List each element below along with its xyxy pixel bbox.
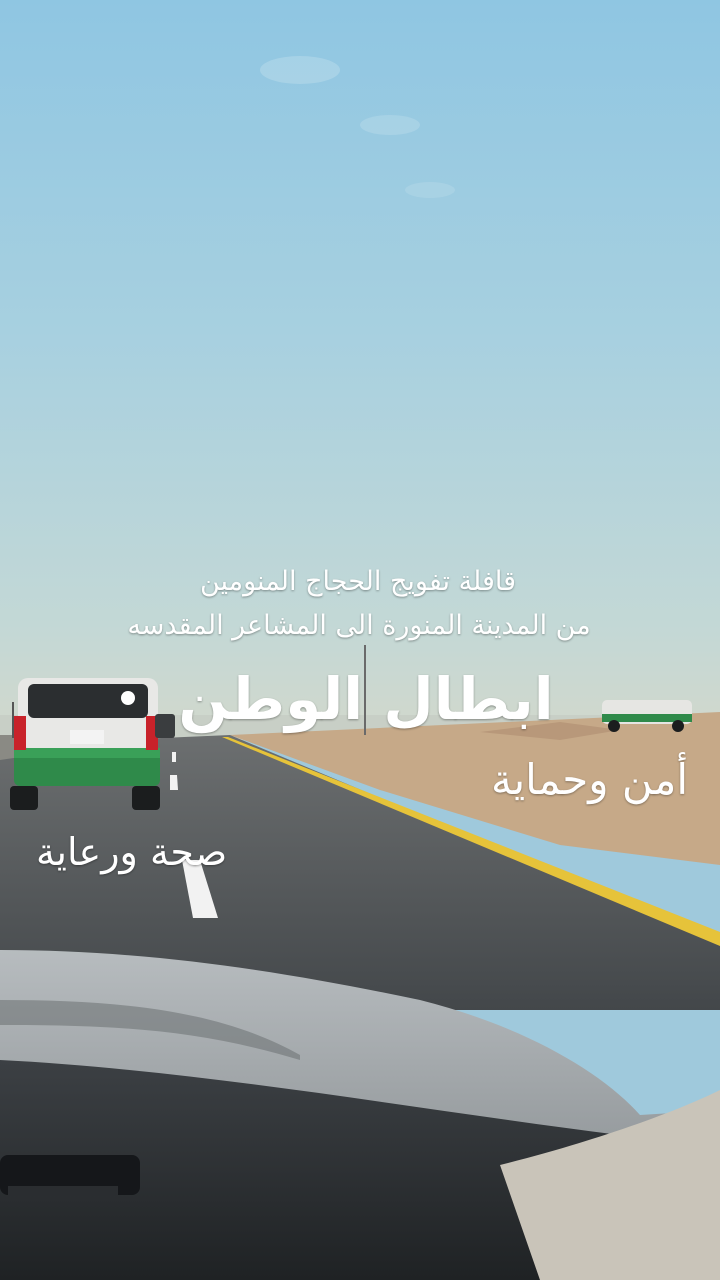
caption-health: صحة ورعاية [36,830,228,874]
caption-route-text: من المدينة المنورة الى المشاعر المقدسه [127,610,591,641]
headline-heroes-text: ابطال الوطن [178,665,554,733]
caption-convoy-title-text: قافلة تفويج الحجاج المنومين [199,566,517,597]
caption-convoy-title: قافلة تفويج الحجاج المنومين [0,566,720,597]
caption-route: من المدينة المنورة الى المشاعر المقدسه [0,610,720,641]
headline-heroes: ابطال الوطن [0,665,720,733]
caption-security: أمن وحماية [490,755,688,804]
photo-scene: قافلة تفويج الحجاج المنومين من المدينة ا… [0,0,720,1280]
